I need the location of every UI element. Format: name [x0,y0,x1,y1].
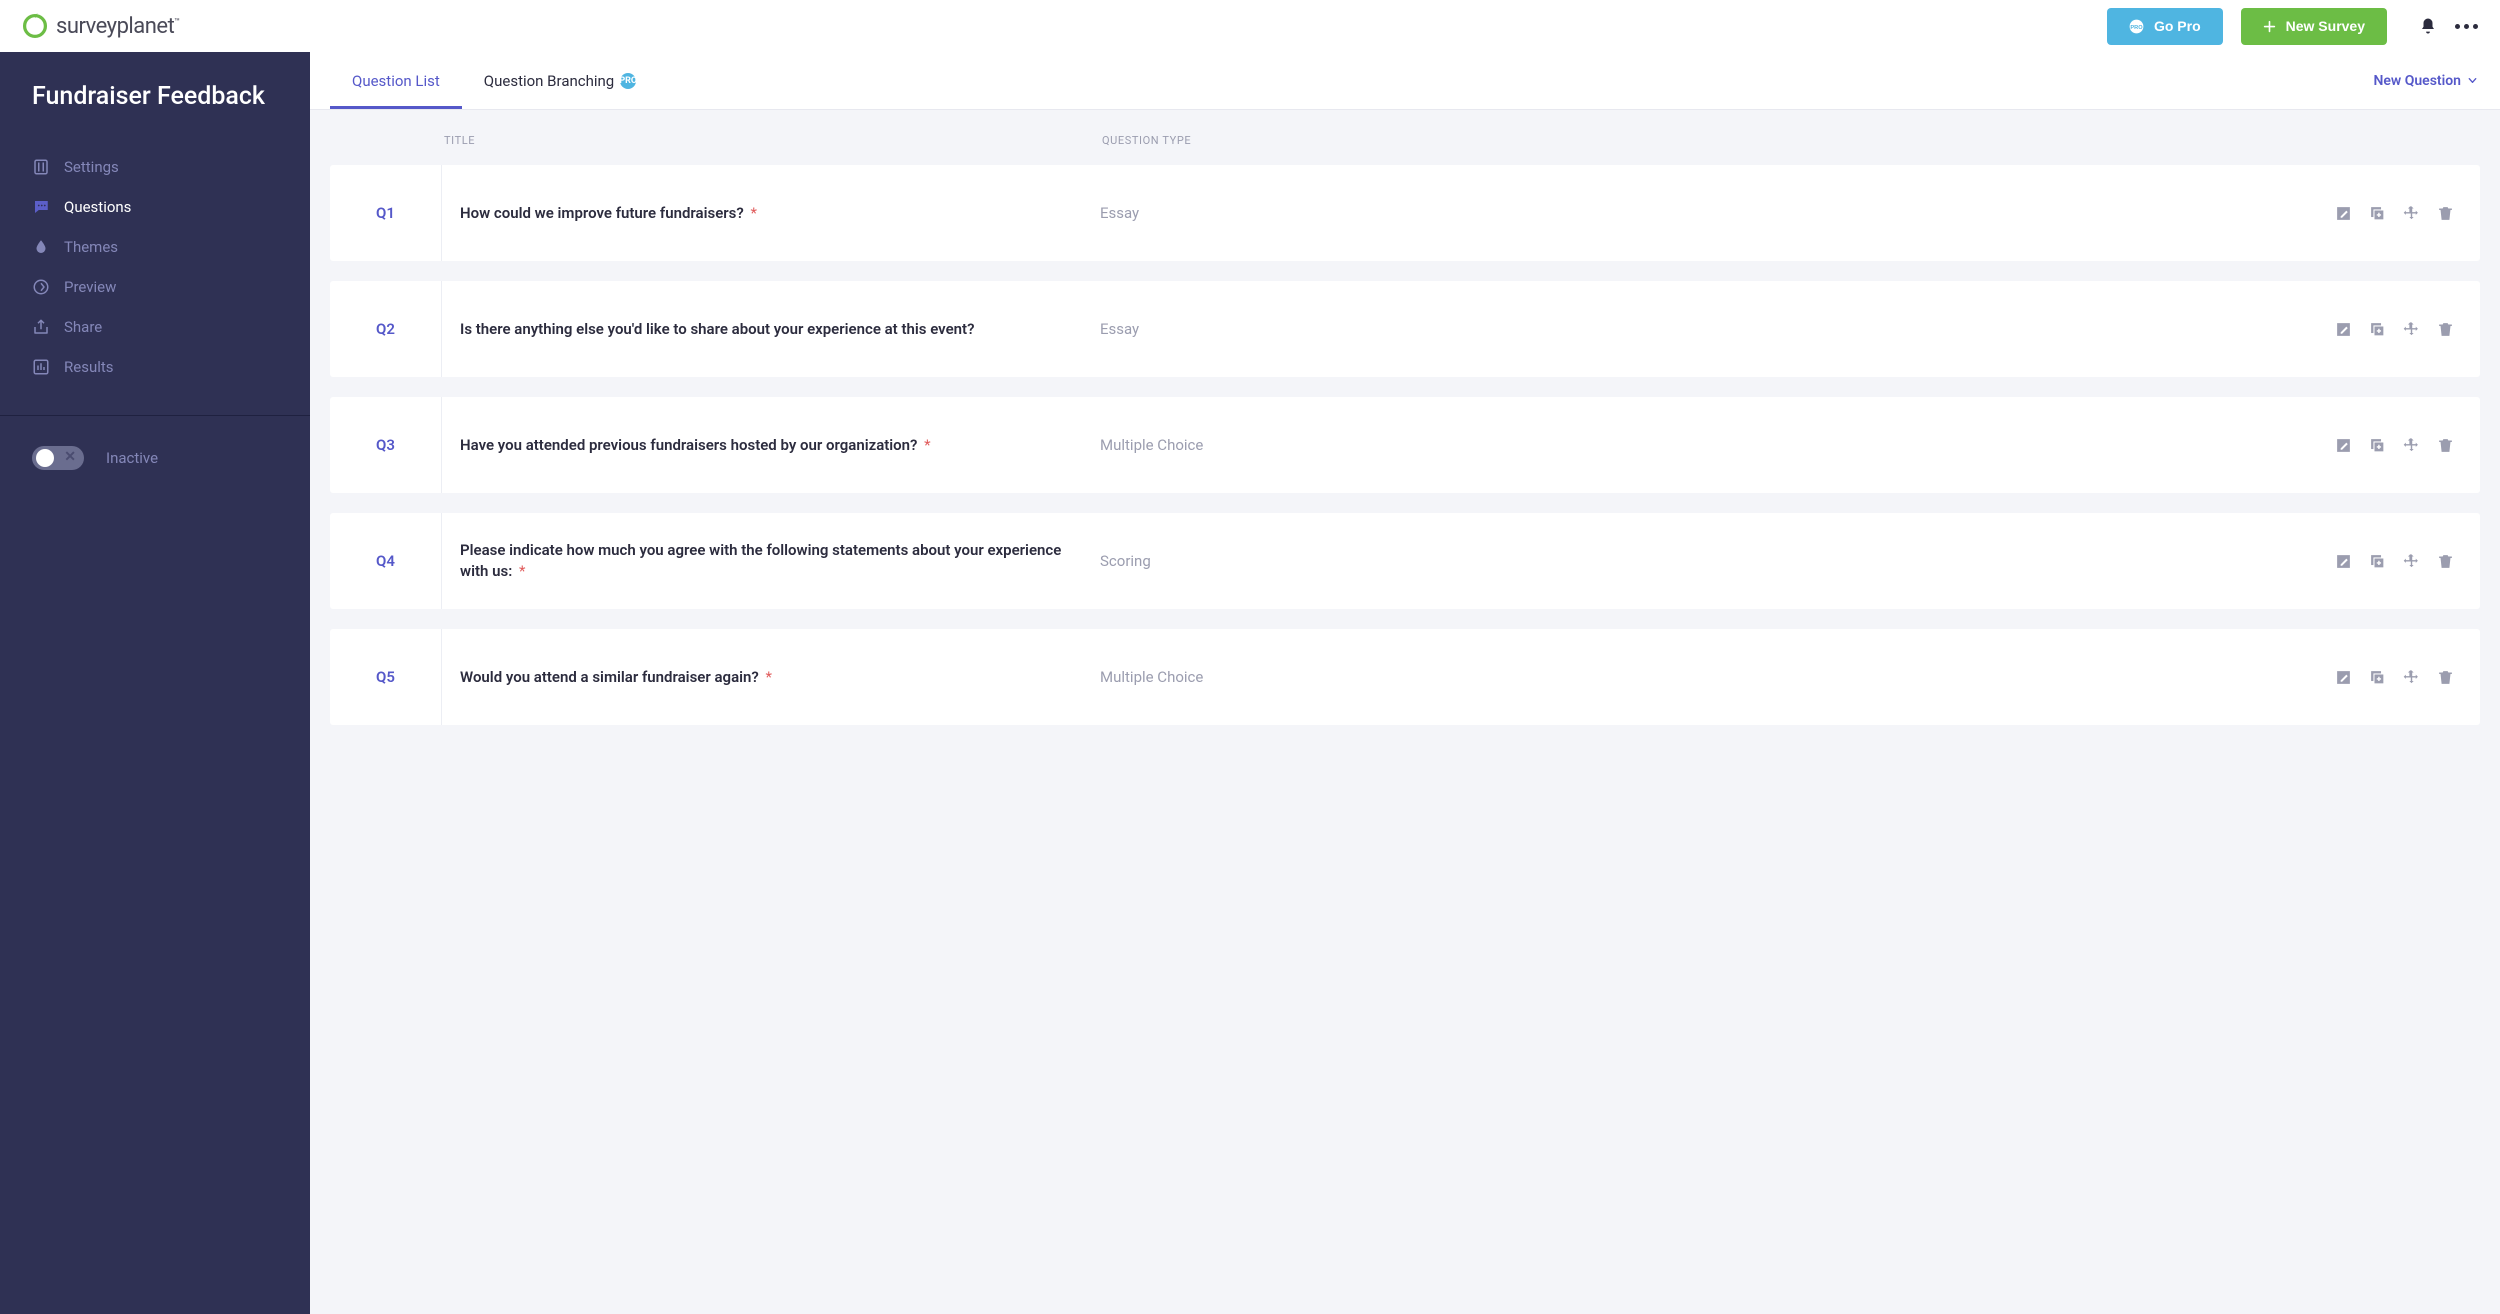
comment-icon [32,198,50,216]
move-icon[interactable] [2402,668,2420,686]
trash-icon[interactable] [2436,436,2454,454]
sidebar-item-label: Preview [64,278,116,296]
required-star: * [924,436,930,454]
question-row[interactable]: Q1How could we improve future fundraiser… [330,165,2480,261]
question-row[interactable]: Q2Is there anything else you'd like to s… [330,281,2480,377]
question-actions [1270,281,2480,377]
share-icon [32,318,50,336]
question-actions [1270,165,2480,261]
question-title: Is there anything else you'd like to sha… [442,281,1100,377]
brand-logo[interactable]: surveyplanet™ [22,13,179,39]
sidebar-item-results[interactable]: Results [0,347,310,387]
move-icon[interactable] [2402,552,2420,570]
tabs-row: Question List Question Branching PRO New… [310,52,2500,110]
question-title: Have you attended previous fundraisers h… [442,397,1100,493]
tab-question-branching[interactable]: Question Branching PRO [462,52,658,109]
col-title: TITLE [444,134,1102,147]
notifications-icon[interactable] [2419,17,2437,35]
sidebar-item-share[interactable]: Share [0,307,310,347]
pro-badge-icon: PRO [620,73,636,89]
edit-icon[interactable] [2334,436,2352,454]
svg-text:PRO: PRO [2130,25,2143,31]
logo-icon [22,13,48,39]
new-question-button[interactable]: New Question [2373,73,2478,89]
question-number: Q3 [330,397,442,493]
question-row[interactable]: Q5Would you attend a similar fundraiser … [330,629,2480,725]
trash-icon[interactable] [2436,552,2454,570]
drop-icon [32,238,50,256]
move-icon[interactable] [2402,436,2420,454]
question-actions [1270,513,2480,609]
question-number: Q4 [330,513,442,609]
new-survey-button[interactable]: New Survey [2241,8,2387,45]
main-panel: Question List Question Branching PRO New… [310,52,2500,1314]
required-star: * [519,562,525,580]
sidebar-item-label: Share [64,318,102,336]
duplicate-icon[interactable] [2368,320,2386,338]
question-type: Scoring [1100,513,1270,609]
trash-icon[interactable] [2436,204,2454,222]
list-column-headers: TITLE QUESTION TYPE [310,110,2500,165]
plus-icon [2263,20,2276,33]
trash-icon[interactable] [2436,668,2454,686]
question-row[interactable]: Q4Please indicate how much you agree wit… [330,513,2480,609]
sidebar-item-label: Themes [64,238,118,256]
question-row[interactable]: Q3Have you attended previous fundraisers… [330,397,2480,493]
new-survey-label: New Survey [2286,18,2365,34]
required-star: * [766,668,772,686]
trash-icon[interactable] [2436,320,2454,338]
question-title: How could we improve future fundraisers?… [442,165,1100,261]
sidebar-item-label: Results [64,358,114,376]
tab-label: Question List [352,72,440,90]
edit-icon[interactable] [2334,552,2352,570]
new-question-label: New Question [2373,73,2461,89]
tab-question-list[interactable]: Question List [330,52,462,109]
question-title: Please indicate how much you agree with … [442,513,1100,609]
duplicate-icon[interactable] [2368,552,2386,570]
tab-label: Question Branching [484,72,614,90]
duplicate-icon[interactable] [2368,668,2386,686]
question-type: Multiple Choice [1100,397,1270,493]
sidebar-item-label: Settings [64,158,119,176]
edit-icon[interactable] [2334,204,2352,222]
sidebar-item-themes[interactable]: Themes [0,227,310,267]
move-icon[interactable] [2402,320,2420,338]
sidebar: Fundraiser Feedback Settings Questions The… [0,52,310,1314]
question-type: Essay [1100,165,1270,261]
question-number: Q2 [330,281,442,377]
sidebar-item-preview[interactable]: Preview [0,267,310,307]
question-title: Would you attend a similar fundraiser ag… [442,629,1100,725]
pro-badge-icon: PRO [2129,19,2144,34]
edit-icon[interactable] [2334,668,2352,686]
survey-title: Fundraiser Feedback [0,52,310,135]
sidebar-item-questions[interactable]: Questions [0,187,310,227]
question-number: Q1 [330,165,442,261]
duplicate-icon[interactable] [2368,204,2386,222]
move-icon[interactable] [2402,204,2420,222]
chevron-down-icon [2467,75,2478,86]
brand-name: surveyplanet™ [56,14,179,39]
sidebar-item-settings[interactable]: Settings [0,147,310,187]
toggle-label: Inactive [106,449,158,467]
go-pro-label: Go Pro [2154,18,2201,34]
chart-icon [32,358,50,376]
more-menu-icon[interactable] [2455,24,2478,29]
col-qtype: QUESTION TYPE [1102,134,1292,147]
top-header: surveyplanet™ PRO Go Pro New Survey [0,0,2500,52]
question-actions [1270,629,2480,725]
question-number: Q5 [330,629,442,725]
active-toggle[interactable]: ✕ [32,446,84,470]
target-icon [32,278,50,296]
duplicate-icon[interactable] [2368,436,2386,454]
question-actions [1270,397,2480,493]
question-type: Essay [1100,281,1270,377]
question-type: Multiple Choice [1100,629,1270,725]
required-star: * [751,204,757,222]
go-pro-button[interactable]: PRO Go Pro [2107,8,2223,45]
edit-icon[interactable] [2334,320,2352,338]
sidebar-item-label: Questions [64,198,131,216]
sliders-icon [32,158,50,176]
